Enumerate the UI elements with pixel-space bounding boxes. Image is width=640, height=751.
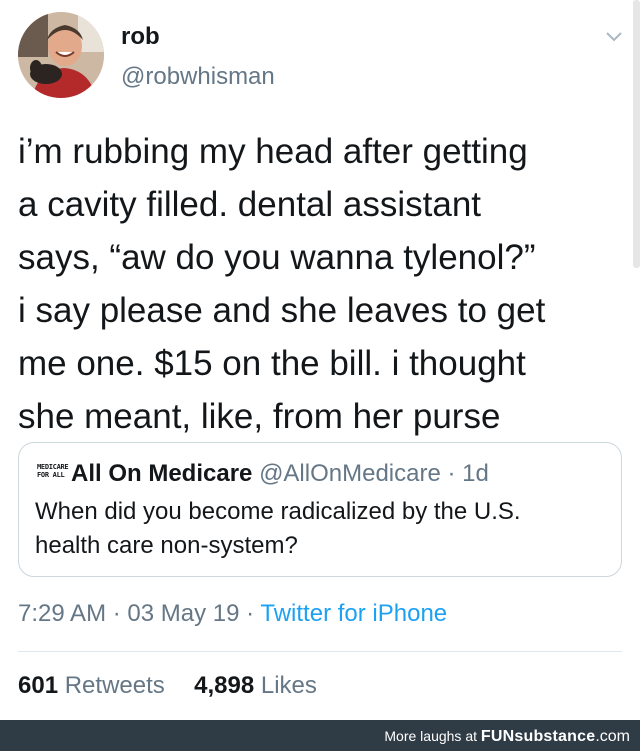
tweet-timestamp: 7:29 AM · 03 May 19 · Twitter for iPhone	[18, 599, 447, 629]
tweet-source-link[interactable]: Twitter for iPhone	[260, 600, 447, 627]
tweet-text-line: me one. $15 on the bill. i thought	[18, 344, 526, 383]
medicare-logo-icon: MEDICARE FOR ALL	[37, 463, 69, 489]
tweet-text-line: says, “aw do you wanna tylenol?”	[18, 238, 536, 277]
avatar-photo	[18, 12, 104, 98]
watermark-text: More laughs at FUNsubstance.com	[384, 727, 630, 746]
retweets-label[interactable]: Retweets	[65, 672, 165, 699]
quoted-age: 1d	[462, 460, 489, 487]
author-name[interactable]: rob	[121, 22, 160, 52]
watermark-brand-suffix[interactable]: .com	[595, 728, 630, 745]
tweet-text-line: i’m rubbing my head after getting	[18, 132, 528, 171]
avatar[interactable]	[18, 12, 104, 98]
likes-label[interactable]: Likes	[261, 672, 317, 699]
quoted-tweet[interactable]: MEDICARE FOR ALL All On Medicare @AllOnM…	[18, 442, 622, 577]
tweet-screenshot: rob @robwhisman i’m rubbing my head afte…	[0, 0, 640, 751]
quoted-author-name: All On Medicare	[71, 460, 253, 487]
meta-separator: ·	[246, 600, 255, 627]
likes-count[interactable]: 4,898	[194, 672, 254, 699]
watermark-footer: More laughs at FUNsubstance.com	[0, 720, 640, 751]
meta-separator: ·	[112, 600, 121, 627]
quoted-text-line: health care non-system?	[35, 532, 298, 559]
tweet-stats: 601 Retweets 4,898 Likes	[18, 671, 317, 701]
quoted-text-line: When did you become radicalized by the U…	[35, 498, 521, 525]
watermark-prefix: More laughs at	[384, 728, 477, 744]
divider	[18, 651, 622, 652]
tweet-text-line: she meant, like, from her purse	[18, 397, 501, 436]
tweet-text-line: i say please and she leaves to get	[18, 291, 546, 330]
watermark-brand[interactable]: FUNsubstance	[481, 728, 595, 745]
tweet-text-line: a cavity filled. dental assistant	[18, 185, 482, 224]
tweet-time[interactable]: 7:29 AM	[18, 600, 106, 627]
scrollbar[interactable]	[633, 0, 640, 268]
quoted-author-handle: @AllOnMedicare	[259, 460, 441, 487]
chevron-down-icon[interactable]	[604, 26, 624, 46]
retweets-count[interactable]: 601	[18, 672, 58, 699]
author-handle[interactable]: @robwhisman	[121, 62, 275, 92]
tweet-text: i’m rubbing my head after getting a cavi…	[18, 125, 618, 443]
logo-text: FOR ALL	[37, 471, 65, 479]
tweet-date[interactable]: 03 May 19	[127, 600, 239, 627]
quoted-separator: ·	[447, 460, 456, 487]
quoted-tweet-header: All On Medicare @AllOnMedicare · 1d	[71, 459, 489, 489]
logo-text: MEDICARE	[37, 463, 69, 471]
quoted-tweet-text: When did you become radicalized by the U…	[35, 495, 605, 563]
